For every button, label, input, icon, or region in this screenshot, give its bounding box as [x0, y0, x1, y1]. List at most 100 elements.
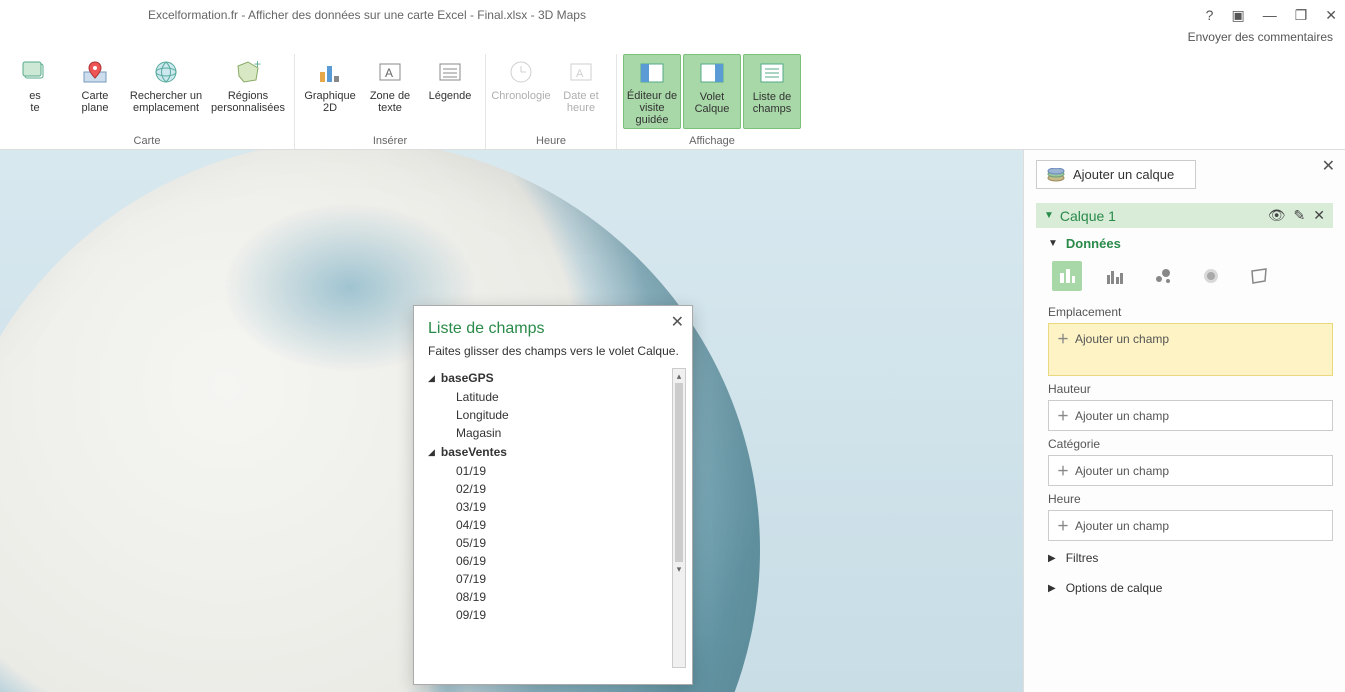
field-tree: ▴ ▾ ◢ baseGPS LatitudeLongitudeMagasin ◢ bas…	[428, 368, 686, 668]
ribbon-label: Régionspersonnalisées	[211, 90, 285, 114]
caret-right-icon: ▶	[1048, 553, 1056, 564]
field-item[interactable]: Longitude	[428, 406, 686, 424]
ribbon-chart2d-button[interactable]: Graphique2D	[301, 54, 359, 129]
textbox-icon: A	[376, 56, 404, 88]
minimize-icon[interactable]: —	[1263, 7, 1277, 24]
field-list-title: Liste de champs	[428, 320, 686, 338]
viz-heatmap-icon[interactable]	[1196, 261, 1226, 291]
field-list-panel: ✕ Liste de champs Faites glisser des cha…	[413, 305, 693, 685]
help-icon[interactable]: ?	[1206, 7, 1214, 24]
add-field-label: Ajouter un champ	[1075, 464, 1169, 478]
layer-pane: ✕ Ajouter un calque ▼ Calque 1 👁 ✎ ✕ ▼ D…	[1023, 150, 1345, 692]
ribbon-label: Carteplane	[82, 90, 109, 114]
layer-caret-icon: ▼	[1044, 210, 1054, 221]
ribbon-label: este	[29, 90, 41, 114]
data-section-header[interactable]: ▼ Données	[1048, 236, 1333, 251]
emplacement-dropslot[interactable]: ＋Ajouter un champ	[1048, 323, 1333, 376]
field-list-close-icon[interactable]: ✕	[671, 312, 684, 332]
field-item[interactable]: 04/19	[428, 516, 686, 534]
ribbon-fieldList-button[interactable]: Liste dechamps	[743, 54, 801, 129]
table-name: baseGPS	[441, 371, 494, 385]
data-caret-icon: ▼	[1048, 238, 1058, 249]
field-item[interactable]: Latitude	[428, 388, 686, 406]
regions-icon: +	[234, 56, 262, 88]
field-item[interactable]: 09/19	[428, 606, 686, 624]
group-label: Heure	[536, 135, 566, 149]
ribbon-group-heure: ChronologieADate etheureHeure	[486, 54, 617, 149]
delete-layer-icon[interactable]: ✕	[1313, 207, 1325, 224]
add-field-label: Ajouter un champ	[1075, 409, 1169, 423]
ribbon-flatmap-button[interactable]: Carteplane	[66, 54, 124, 129]
ribbon-group-affichage: Éditeur devisite guidée VoletCalque Liste …	[617, 54, 807, 149]
ribbon-label: Légende	[429, 90, 472, 102]
hauteur-label: Hauteur	[1048, 382, 1333, 396]
field-list-hint: Faites glisser des champs vers le volet …	[428, 344, 686, 358]
field-item[interactable]: Magasin	[428, 424, 686, 442]
ribbon-legend-button[interactable]: Légende	[421, 54, 479, 129]
ribbon-regions-button[interactable]: +Régionspersonnalisées	[208, 54, 288, 129]
ribbon: esteCarteplaneRechercher unemplacement+R…	[0, 50, 1345, 150]
caret-icon: ◢	[428, 447, 435, 458]
viz-region-icon[interactable]	[1244, 261, 1274, 291]
ribbon-findloc-button[interactable]: Rechercher unemplacement	[126, 54, 206, 129]
ribbon-options-icon[interactable]: ▣	[1231, 7, 1244, 24]
viz-tabs	[1052, 261, 1333, 291]
titlebar: Excelformation.fr - Afficher des données…	[0, 0, 1345, 30]
datetime-icon: A	[567, 56, 595, 88]
caret-icon: ◢	[428, 373, 435, 384]
field-item[interactable]: 07/19	[428, 570, 686, 588]
table-baseVentes[interactable]: ◢ baseVentes	[428, 445, 686, 459]
ribbon-label: Éditeur devisite guidée	[626, 90, 678, 126]
window-title: Excelformation.fr - Afficher des données…	[148, 8, 586, 22]
field-item[interactable]: 02/19	[428, 480, 686, 498]
hauteur-dropslot[interactable]: ＋Ajouter un champ	[1048, 400, 1333, 431]
scroll-thumb[interactable]	[675, 383, 683, 562]
pencil-icon[interactable]: ✎	[1294, 207, 1306, 224]
group-label: Carte	[134, 135, 161, 149]
table-name: baseVentes	[441, 445, 507, 459]
add-layer-button[interactable]: Ajouter un calque	[1036, 160, 1196, 189]
ribbon-tourEditor-button[interactable]: Éditeur devisite guidée	[623, 54, 681, 129]
ribbon-label: Chronologie	[491, 90, 550, 102]
close-icon[interactable]: ✕	[1325, 7, 1337, 24]
viz-stacked-column-icon[interactable]	[1052, 261, 1082, 291]
plus-icon: ＋	[1057, 462, 1069, 479]
ribbon-label: Liste dechamps	[753, 91, 792, 115]
panel2-icon	[698, 57, 726, 89]
scroll-up-icon[interactable]: ▴	[673, 369, 685, 383]
restore-icon[interactable]: ❐	[1295, 7, 1308, 24]
ribbon-layerPane-button[interactable]: VoletCalque	[683, 54, 741, 129]
data-section: ▼ Données Emplacement ＋Ajouter un champ …	[1036, 228, 1333, 603]
viz-clustered-column-icon[interactable]	[1100, 261, 1130, 291]
bars-icon	[316, 56, 344, 88]
heure-dropslot[interactable]: ＋Ajouter un champ	[1048, 510, 1333, 541]
caret-right-icon: ▶	[1048, 583, 1056, 594]
map-view[interactable]: ↖ ✕ Liste de champs Faites glisser des c…	[0, 150, 1023, 692]
table-baseGPS[interactable]: ◢ baseGPS	[428, 371, 686, 385]
filtres-section[interactable]: ▶ Filtres	[1048, 543, 1333, 573]
filtres-label: Filtres	[1066, 551, 1099, 565]
viz-bubble-icon[interactable]	[1148, 261, 1178, 291]
ribbon-label: VoletCalque	[695, 91, 730, 115]
eye-icon[interactable]: 👁	[1268, 207, 1286, 224]
categorie-dropslot[interactable]: ＋ Ajouter un champ	[1048, 455, 1333, 486]
field-item[interactable]: 08/19	[428, 588, 686, 606]
field-item[interactable]: 03/19	[428, 498, 686, 516]
window-controls: ? ▣ — ❐ ✕	[1206, 7, 1337, 24]
group-label: Insérer	[373, 135, 407, 149]
add-layer-label: Ajouter un calque	[1073, 167, 1174, 182]
layer-header[interactable]: ▼ Calque 1 👁 ✎ ✕	[1036, 203, 1333, 228]
ribbon-tour-button[interactable]: este	[6, 54, 64, 129]
layer-pane-close-icon[interactable]: ✕	[1322, 156, 1335, 176]
workspace: ↖ ✕ Liste de champs Faites glisser des c…	[0, 150, 1345, 692]
options-section[interactable]: ▶Options de calque	[1048, 573, 1333, 603]
field-item[interactable]: 05/19	[428, 534, 686, 552]
ribbon-textbox-button[interactable]: AZone detexte	[361, 54, 419, 129]
field-item[interactable]: 01/19	[428, 462, 686, 480]
scroll-down-icon[interactable]: ▾	[673, 562, 685, 576]
field-list-scrollbar[interactable]: ▴ ▾	[672, 368, 686, 668]
feedback-link[interactable]: Envoyer des commentaires	[0, 30, 1345, 50]
add-field-label: Ajouter un champ	[1075, 332, 1169, 346]
field-item[interactable]: 06/19	[428, 552, 686, 570]
panel1-icon	[638, 57, 666, 88]
